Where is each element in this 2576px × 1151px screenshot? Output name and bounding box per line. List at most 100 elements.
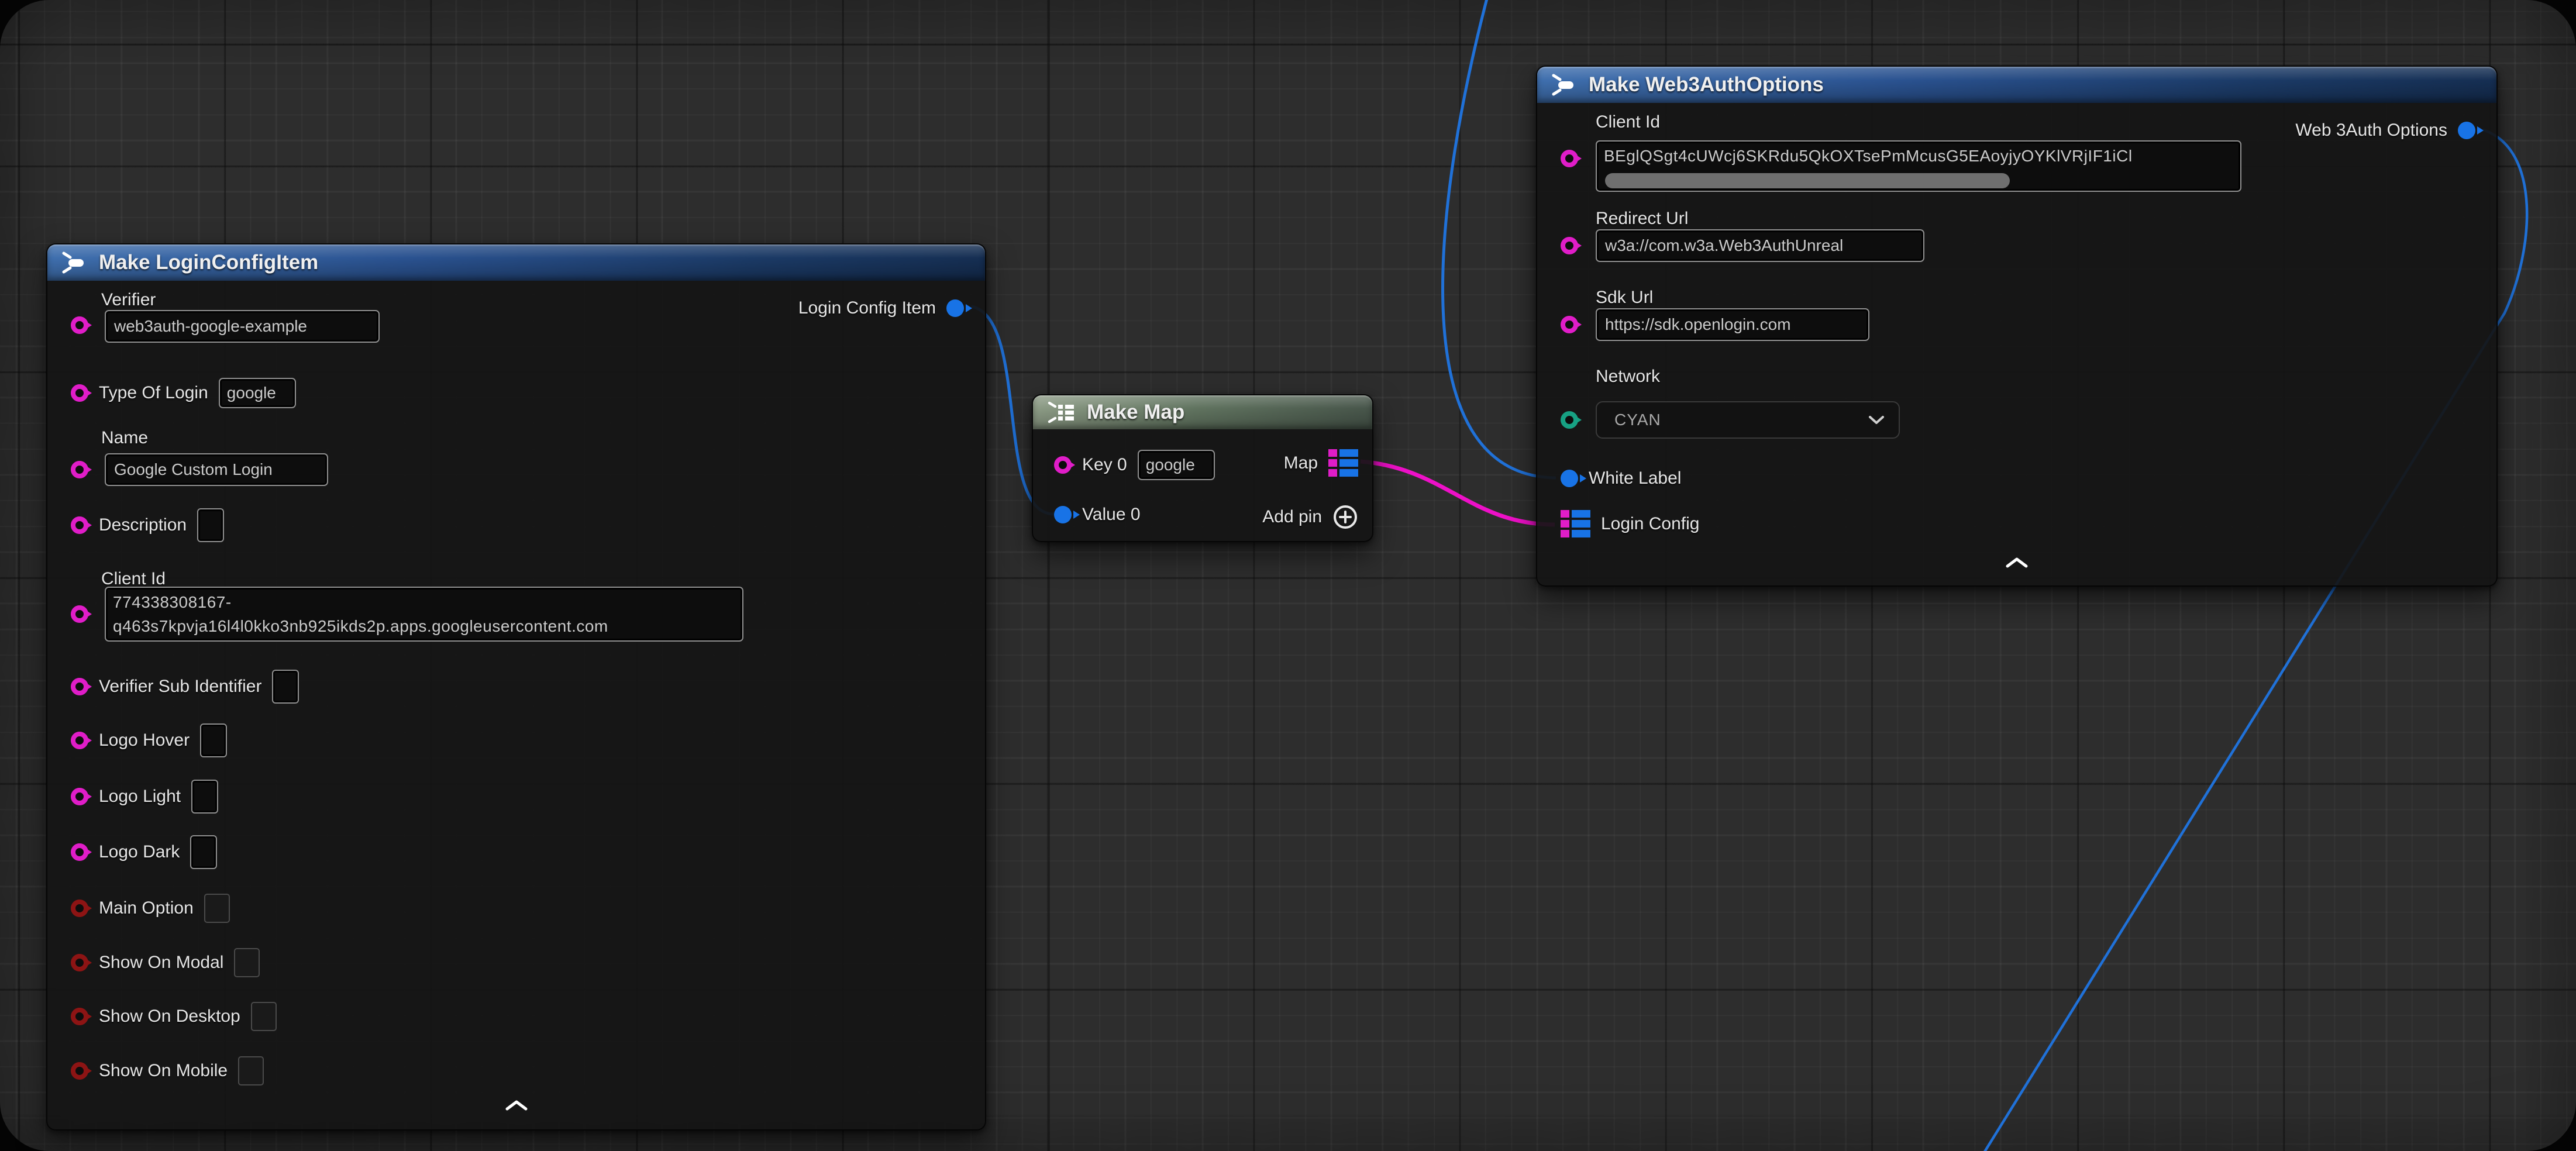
login-config-label: Login Config <box>1601 514 1699 534</box>
output-login-config-item[interactable]: Login Config Item <box>798 298 964 318</box>
description-input[interactable] <box>197 508 224 542</box>
white-label-pin[interactable] <box>1561 470 1578 487</box>
network-dropdown[interactable]: CYAN <box>1596 401 1900 439</box>
type-of-login-row: Type Of Login <box>71 378 296 408</box>
node-make-web3authoptions[interactable]: Make Web3AuthOptions Web 3Auth Options C… <box>1536 66 2498 587</box>
value0-row: Value 0 <box>1054 505 1141 525</box>
sdk-url-input[interactable] <box>1596 308 1869 341</box>
main-option-pin[interactable] <box>71 900 88 917</box>
logo-hover-input[interactable] <box>200 723 227 757</box>
key0-label: Key 0 <box>1082 455 1127 475</box>
map-output-label: Map <box>1284 453 1318 473</box>
name-pin[interactable] <box>71 461 88 478</box>
login-config-item-output-pin[interactable] <box>946 299 964 317</box>
client-id-redaction-bar <box>1605 173 2010 188</box>
node-title: Make Map <box>1087 401 1184 424</box>
type-of-login-input[interactable] <box>219 378 296 408</box>
node-make-map[interactable]: Make Map Key 0 Value 0 Map Add pin <box>1032 394 1373 542</box>
node-make-map-header[interactable]: Make Map <box>1033 395 1372 429</box>
map-output-pin[interactable] <box>1328 449 1358 477</box>
verifier-label: Verifier <box>101 290 156 310</box>
value0-label: Value 0 <box>1082 505 1141 525</box>
network-label: Network <box>1596 367 1660 387</box>
logo-hover-label: Logo Hover <box>99 730 190 750</box>
node-make-loginconfigitem-header[interactable]: Make LoginConfigItem <box>47 244 985 281</box>
make-struct-icon <box>1551 72 1578 98</box>
node-make-loginconfigitem[interactable]: Make LoginConfigItem Login Config Item V… <box>46 243 986 1131</box>
collapse-node-chevron-icon[interactable] <box>505 1100 528 1111</box>
logo-dark-input[interactable] <box>190 835 217 869</box>
key0-pin[interactable] <box>1054 456 1072 474</box>
show-on-mobile-row: Show On Mobile <box>71 1056 264 1085</box>
sdk-url-pin[interactable] <box>1561 316 1578 333</box>
node-title: Make LoginConfigItem <box>99 251 318 274</box>
redirect-url-pin[interactable] <box>1561 237 1578 254</box>
white-label-row: White Label <box>1561 468 1681 488</box>
show-on-mobile-pin[interactable] <box>71 1062 88 1080</box>
redirect-url-label: Redirect Url <box>1596 209 1688 229</box>
key0-row: Key 0 <box>1054 450 1215 480</box>
add-pin-label: Add pin <box>1262 507 1322 527</box>
show-on-mobile-label: Show On Mobile <box>99 1061 228 1081</box>
description-row: Description <box>71 508 224 542</box>
node-make-web3authoptions-header[interactable]: Make Web3AuthOptions <box>1537 67 2496 103</box>
add-pin-row[interactable]: Add pin <box>1262 504 1358 530</box>
client-id-input[interactable]: BEglQSgt4cUWcj6SKRdu5QkOXTsePmMcusG5EAoy… <box>1596 140 2241 192</box>
name-input[interactable] <box>105 453 328 486</box>
logo-dark-pin[interactable] <box>71 843 88 861</box>
chevron-down-icon <box>1868 415 1885 425</box>
add-pin-icon[interactable] <box>1332 504 1358 530</box>
type-of-login-pin[interactable] <box>71 384 88 402</box>
client-id-label: Client Id <box>1596 112 1660 132</box>
type-of-login-label: Type Of Login <box>99 383 208 403</box>
login-config-row: Login Config <box>1561 510 1699 537</box>
blueprint-graph-canvas[interactable]: Make LoginConfigItem Login Config Item V… <box>0 0 2576 1151</box>
make-struct-icon <box>61 250 88 275</box>
map-output-row: Map <box>1284 449 1358 477</box>
output-web3auth-options[interactable]: Web 3Auth Options <box>2295 120 2475 140</box>
show-on-desktop-checkbox[interactable] <box>251 1002 277 1031</box>
collapse-node-chevron-icon[interactable] <box>2005 557 2029 568</box>
web3auth-options-output-pin[interactable] <box>2458 122 2475 139</box>
client-id-pin[interactable] <box>71 605 88 623</box>
client-id-line2: q463s7kpvja16l4l0kko3nb925ikds2p.apps.go… <box>113 614 735 638</box>
main-option-label: Main Option <box>99 898 194 918</box>
verifier-sub-identifier-label: Verifier Sub Identifier <box>99 677 261 697</box>
logo-dark-label: Logo Dark <box>99 842 180 862</box>
verifier-input[interactable] <box>105 310 380 343</box>
client-id-pin[interactable] <box>1561 150 1578 167</box>
show-on-desktop-label: Show On Desktop <box>99 1007 240 1026</box>
node-title: Make Web3AuthOptions <box>1589 73 1824 97</box>
login-config-pin[interactable] <box>1561 510 1590 537</box>
show-on-desktop-row: Show On Desktop <box>71 1002 277 1031</box>
logo-hover-pin[interactable] <box>71 732 88 749</box>
show-on-modal-label: Show On Modal <box>99 953 223 973</box>
main-option-checkbox[interactable] <box>204 894 230 923</box>
name-label: Name <box>101 428 148 448</box>
verifier-sub-identifier-pin[interactable] <box>71 678 88 695</box>
output-pin-label: Web 3Auth Options <box>2295 120 2447 140</box>
verifier-sub-identifier-row: Verifier Sub Identifier <box>71 670 299 704</box>
description-pin[interactable] <box>71 516 88 534</box>
description-label: Description <box>99 515 187 535</box>
client-id-line1: 774338308167- <box>113 590 735 614</box>
show-on-desktop-pin[interactable] <box>71 1008 88 1025</box>
show-on-modal-pin[interactable] <box>71 954 88 971</box>
key0-input[interactable] <box>1138 450 1215 480</box>
sdk-url-label: Sdk Url <box>1596 288 1653 308</box>
show-on-modal-checkbox[interactable] <box>234 948 260 977</box>
output-pin-label: Login Config Item <box>798 298 936 318</box>
logo-light-pin[interactable] <box>71 788 88 805</box>
logo-light-label: Logo Light <box>99 787 181 807</box>
redirect-url-input[interactable] <box>1596 229 1924 262</box>
client-id-input[interactable]: 774338308167- q463s7kpvja16l4l0kko3nb925… <box>105 587 743 642</box>
show-on-mobile-checkbox[interactable] <box>238 1056 264 1085</box>
white-label-label: White Label <box>1589 468 1681 488</box>
value0-pin[interactable] <box>1054 506 1072 523</box>
network-pin[interactable] <box>1561 411 1578 429</box>
make-map-icon <box>1047 400 1076 425</box>
verifier-sub-identifier-input[interactable] <box>272 670 299 704</box>
client-id-value: BEglQSgt4cUWcj6SKRdu5QkOXTsePmMcusG5EAoy… <box>1604 144 2233 168</box>
verifier-pin[interactable] <box>71 316 88 334</box>
logo-light-input[interactable] <box>191 780 218 814</box>
